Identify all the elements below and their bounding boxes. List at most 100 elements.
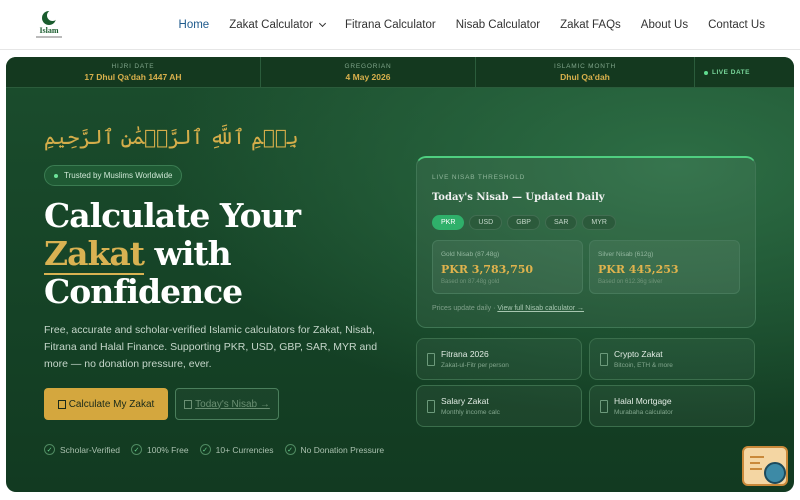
fitrana-card-title: Fitrana 2026	[441, 349, 489, 359]
badge-currencies: ✓ 10+ Currencies	[199, 444, 274, 455]
currency-chip-myr[interactable]: MYR	[582, 215, 616, 230]
islamic-month-label: ISLAMIC MONTH	[553, 63, 617, 70]
nav-fitrana-calculator[interactable]: Fitrana Calculator	[345, 19, 436, 31]
check-icon: ✓	[199, 444, 211, 455]
nisab-card-footer: Prices update daily · View full Nisab ca…	[432, 305, 584, 312]
check-icon: ✓	[44, 444, 55, 455]
islamic-month-cell: ISLAMIC MONTH Dhul Qa'dah	[476, 57, 695, 88]
date-bar: HIJRI DATE 17 Dhul Qa'dah 1447 AH GREGOR…	[6, 57, 794, 88]
bismillah-text: بِسۡمِ ٱللَّهِ ٱلرَّحۡمَٰنِ ٱلرَّحِيمِ	[44, 125, 299, 149]
hijri-date-value: 17 Dhul Qa'dah 1447 AH	[84, 72, 182, 82]
chevron-down-icon	[318, 19, 326, 28]
gregorian-date-cell: GREGORIAN 4 May 2026	[261, 57, 476, 88]
currency-chip-pkr[interactable]: PKR	[432, 215, 465, 230]
silver-nisab-value: PKR 445,253	[598, 263, 679, 276]
silver-nisab-box: Silver Nisab (612g) PKR 445,253 Based on…	[589, 240, 740, 294]
salary-zakat-card-subtitle: Monthly income calc	[441, 409, 500, 416]
nav-zakat-calculator-label: Zakat Calculator	[229, 19, 313, 31]
gregorian-date-label: GREGORIAN	[344, 63, 392, 70]
nisab-footer-text: Prices update daily ·	[432, 305, 498, 312]
site-logo[interactable]: Islam	[36, 8, 62, 42]
live-nisab-card: LIVE NISAB THRESHOLD Today's Nisab — Upd…	[416, 156, 756, 328]
widget-line	[750, 456, 764, 458]
hijri-date-label: HIJRI DATE	[111, 63, 155, 70]
todays-nisab-button[interactable]: Today's Nisab →	[175, 388, 279, 420]
nav-zakat-faqs[interactable]: Zakat FAQs	[560, 19, 621, 31]
document-icon	[600, 353, 608, 366]
halal-mortgage-card-title: Halal Mortgage	[614, 396, 672, 406]
trust-badge: Trusted by Muslims Worldwide	[44, 165, 183, 186]
calculate-my-zakat-label: Calculate My Zakat	[68, 398, 155, 410]
nav-nisab-calculator[interactable]: Nisab Calculator	[456, 19, 540, 31]
nav-links: Home Zakat Calculator Fitrana Calculator…	[159, 0, 765, 50]
calculate-my-zakat-button[interactable]: Calculate My Zakat	[44, 388, 168, 420]
nisab-card-title: Today's Nisab — Updated Daily	[432, 192, 605, 203]
nav-zakat-calculator[interactable]: Zakat Calculator	[229, 19, 326, 31]
view-nisab-calculator-link[interactable]: View full Nisab calculator →	[497, 305, 584, 312]
headline-zakat-highlight: Zakat	[44, 234, 145, 275]
widget-bubble	[764, 462, 786, 484]
check-icon: ✓	[284, 444, 296, 455]
currency-chip-usd[interactable]: USD	[469, 215, 503, 230]
salary-zakat-card[interactable]: Salary Zakat Monthly income calc	[416, 385, 582, 427]
logo-underline	[36, 36, 62, 38]
islamic-month-value: Dhul Qa'dah	[560, 72, 610, 82]
gold-nisab-basis: Based on 87.48g gold	[441, 279, 500, 285]
gold-nisab-label: Gold Nisab (87.48g)	[441, 251, 500, 258]
gold-nisab-value: PKR 3,783,750	[441, 263, 534, 276]
badge-label: No Donation Pressure	[300, 444, 385, 455]
live-date-label: LIVE DATE	[712, 69, 750, 76]
silver-nisab-label: Silver Nisab (612g)	[598, 251, 654, 258]
salary-zakat-card-title: Salary Zakat	[441, 396, 489, 406]
widget-line	[750, 468, 762, 470]
badge-label: 10+ Currencies	[215, 444, 274, 455]
crypto-zakat-card[interactable]: Crypto Zakat Bitcoin, ETH & more	[589, 338, 755, 380]
badge-free: ✓ 100% Free	[131, 444, 189, 455]
gregorian-date-value: 4 May 2026	[345, 72, 391, 82]
nav-about-us[interactable]: About Us	[641, 19, 688, 31]
currency-chip-sar[interactable]: SAR	[544, 215, 578, 230]
nav-home[interactable]: Home	[179, 19, 210, 31]
widget-line	[750, 462, 760, 464]
live-date-indicator: LIVE DATE	[697, 57, 757, 88]
trust-dot-icon	[54, 173, 58, 178]
document-icon	[427, 353, 435, 366]
fitrana-card-subtitle: Zakat-ul-Fitr per person	[441, 362, 509, 369]
feature-badges: ✓ Scholar-Verified ✓ 100% Free ✓ 10+ Curren…	[44, 444, 395, 455]
hero-section: HIJRI DATE 17 Dhul Qa'dah 1447 AH GREGOR…	[6, 57, 794, 492]
document-icon	[600, 400, 608, 413]
crypto-zakat-card-subtitle: Bitcoin, ETH & more	[614, 362, 673, 369]
badge-no-donation-pressure: ✓ No Donation Pressure	[284, 444, 385, 455]
todays-nisab-label: Today's Nisab →	[195, 398, 270, 410]
nisab-card-label: LIVE NISAB THRESHOLD	[432, 174, 526, 181]
currency-chip-gbp[interactable]: GBP	[507, 215, 540, 230]
headline-with: with	[143, 234, 231, 273]
crypto-zakat-card-title: Crypto Zakat	[614, 349, 663, 359]
hero-headline: Calculate Your Zakat with Confidence	[44, 197, 384, 311]
crescent-icon	[42, 10, 58, 25]
halal-mortgage-card[interactable]: Halal Mortgage Murabaha calculator	[589, 385, 755, 427]
silver-nisab-basis: Based on 612.36g silver	[598, 279, 663, 285]
badge-scholar-verified: ✓ Scholar-Verified	[44, 444, 120, 455]
calculator-icon	[57, 399, 66, 409]
currency-selector: PKR USD GBP SAR MYR	[432, 215, 621, 230]
document-icon	[427, 400, 435, 413]
badge-label: Scholar-Verified	[60, 444, 121, 455]
live-dot-icon	[704, 70, 709, 75]
chart-icon	[184, 399, 193, 409]
hijri-date-cell: HIJRI DATE 17 Dhul Qa'dah 1447 AH	[6, 57, 261, 88]
hero-description: Free, accurate and scholar-verified Isla…	[44, 324, 378, 370]
trust-badge-label: Trusted by Muslims Worldwide	[64, 171, 173, 180]
check-icon: ✓	[131, 444, 143, 455]
gold-nisab-box: Gold Nisab (87.48g) PKR 3,783,750 Based …	[432, 240, 583, 294]
badge-label: 100% Free	[147, 444, 189, 455]
fitrana-card[interactable]: Fitrana 2026 Zakat-ul-Fitr per person	[416, 338, 582, 380]
floating-chat-widget-icon[interactable]	[742, 446, 788, 486]
logo-text: Islam	[39, 26, 59, 35]
halal-mortgage-card-subtitle: Murabaha calculator	[614, 409, 673, 416]
headline-line-2: Zakat with	[44, 234, 384, 275]
top-nav: Islam Home Zakat Calculator Fitrana Calc…	[0, 0, 800, 50]
headline-line-1: Calculate Your	[44, 196, 301, 235]
headline-line-3: Confidence	[44, 272, 243, 311]
nav-contact-us[interactable]: Contact Us	[708, 19, 765, 31]
